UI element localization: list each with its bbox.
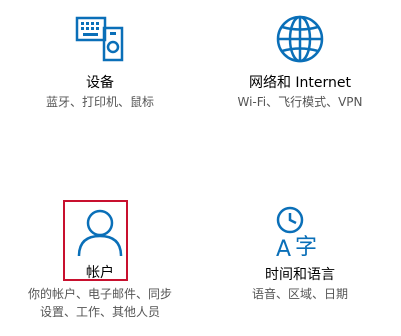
tile-title: 帐户 <box>86 265 114 281</box>
tile-description-line: 蓝牙、打印机、鼠标 <box>45 95 154 109</box>
tile-description: 蓝牙、打印机、鼠标 <box>0 93 200 111</box>
tile-description: Wi-Fi、飞行模式、VPN <box>200 93 400 111</box>
devices-icon <box>75 16 124 62</box>
tile-description-line: 你的帐户、电子邮件、同步 <box>27 287 172 301</box>
globe-icon <box>276 15 324 63</box>
svg-text:A: A <box>276 237 291 258</box>
svg-text:字: 字 <box>295 235 317 258</box>
tile-description-line: Wi-Fi、飞行模式、VPN <box>237 95 363 109</box>
settings-tile-devices[interactable]: 设备 蓝牙、打印机、鼠标 <box>0 0 200 168</box>
settings-tile-accounts[interactable]: 帐户 你的帐户、电子邮件、同步 设置、工作、其他人员 <box>0 168 200 336</box>
settings-tile-network[interactable]: 网络和 Internet Wi-Fi、飞行模式、VPN <box>200 0 400 168</box>
tile-description-line: 语音、区域、日期 <box>251 287 348 301</box>
tile-description-line: 设置、工作、其他人员 <box>39 305 160 319</box>
tile-title: 网络和 Internet <box>248 75 352 91</box>
tile-description: 你的帐户、电子邮件、同步 设置、工作、其他人员 <box>0 285 200 321</box>
user-icon <box>77 209 123 257</box>
tile-description: 语音、区域、日期 <box>200 285 400 303</box>
tile-title: 设备 <box>86 75 114 91</box>
settings-tile-time-language[interactable]: A 字 时间和语言 语音、区域、日期 <box>200 168 400 336</box>
time-language-icon: A 字 <box>276 206 317 258</box>
tile-title: 时间和语言 <box>265 267 335 283</box>
